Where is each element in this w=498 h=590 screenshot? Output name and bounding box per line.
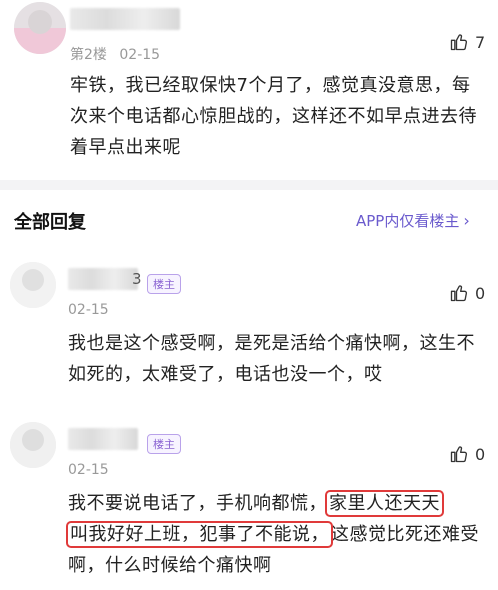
like-count: 0	[475, 444, 486, 464]
view-op-only-label: APP内仅看楼主	[356, 212, 460, 230]
username-blurred[interactable]	[68, 268, 138, 290]
avatar-image	[10, 422, 56, 468]
like-button[interactable]: 0	[449, 444, 485, 464]
reply-date: 02-15	[68, 302, 109, 318]
reply-text-segment: 我不要说电话了，手机响都慌，	[68, 493, 327, 514]
username-suffix: 3	[132, 270, 142, 288]
avatar-image	[10, 262, 56, 308]
thumbs-up-icon	[450, 285, 468, 302]
like-button[interactable]: 0	[449, 283, 485, 303]
reply-date: 02-15	[68, 462, 109, 478]
avatar[interactable]	[10, 262, 56, 308]
like-count: 0	[475, 283, 486, 303]
highlighted-text: 叫我好好上班，犯事了不能说，	[66, 521, 333, 548]
post-body: 牢铁，我已经取保快7个月了，感觉真没意思，每次来个电话都心惊胆战的，这样还不如早…	[70, 75, 477, 158]
username-blurred[interactable]	[68, 428, 138, 450]
post-date: 02-15	[119, 47, 161, 63]
thumbs-up-icon	[450, 446, 468, 463]
view-op-only-link[interactable]: APP内仅看楼主 ›	[356, 210, 470, 231]
like-count: 7	[475, 32, 486, 52]
reply-body: 我不要说电话了，手机响都慌， 家里人还天天 叫我好好上班，犯事了不能说， 这感觉比死…	[66, 488, 482, 581]
floor-number: 第2楼	[70, 47, 107, 63]
reply-body: 我也是这个感受啊，是死是活给个痛快啊，这生不如死的，太难受了，电话也没一个，哎	[68, 333, 475, 385]
highlighted-text: 家里人还天天	[325, 490, 444, 517]
chevron-right-icon: ›	[463, 211, 470, 230]
op-badge: 楼主	[147, 434, 181, 454]
replies-title: 全部回复	[14, 212, 86, 233]
username-blurred[interactable]	[70, 8, 180, 30]
post-meta: 第2楼 02-15	[70, 44, 160, 64]
thumbs-up-icon	[450, 34, 468, 51]
avatar-image	[14, 2, 66, 54]
like-button[interactable]: 7	[449, 32, 485, 52]
avatar[interactable]	[10, 422, 56, 468]
section-divider	[0, 180, 498, 190]
op-badge: 楼主	[147, 274, 181, 294]
avatar[interactable]	[14, 2, 66, 54]
